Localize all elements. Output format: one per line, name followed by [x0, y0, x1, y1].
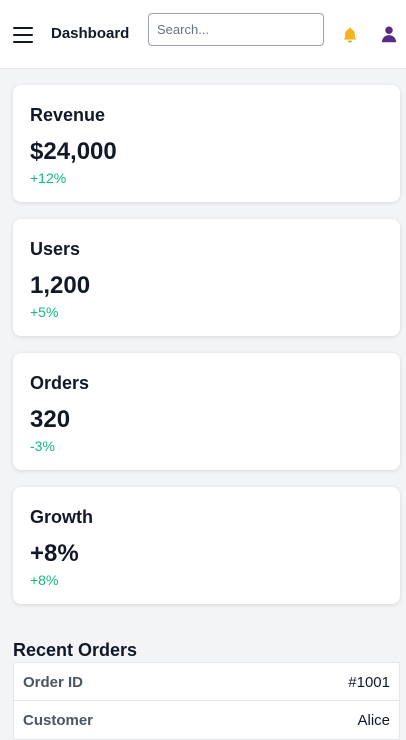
- row-value: Alice: [357, 712, 390, 729]
- row-label: Order ID: [23, 674, 84, 691]
- table-row: Customer Alice: [14, 701, 399, 739]
- card-value: 1,200: [30, 272, 91, 299]
- bell-icon[interactable]: [341, 26, 359, 44]
- stat-card-orders: Orders 320 -3%: [13, 353, 400, 470]
- recent-orders-table: Order ID #1001 Customer Alice: [13, 662, 400, 740]
- stat-card-revenue: Revenue $24,000 +12%: [13, 85, 400, 202]
- card-title: Revenue: [30, 105, 106, 125]
- row-value: #1001: [348, 674, 390, 691]
- card-value: 320: [30, 406, 71, 433]
- card-title: Growth: [30, 507, 93, 527]
- search-input[interactable]: [148, 13, 324, 46]
- card-title: Users: [30, 239, 81, 259]
- recent-orders-heading: Recent Orders: [13, 640, 138, 660]
- user-icon[interactable]: [380, 25, 398, 43]
- card-change: +8%: [30, 572, 59, 588]
- hamburger-menu-icon[interactable]: [13, 24, 33, 46]
- page-title: Dashboard: [51, 25, 130, 42]
- card-change: -3%: [30, 438, 55, 454]
- row-label: Customer: [23, 712, 94, 729]
- card-title: Orders: [30, 373, 90, 393]
- table-row: Order ID #1001: [14, 663, 399, 701]
- stat-card-users: Users 1,200 +5%: [13, 219, 400, 336]
- card-value: $24,000: [30, 138, 117, 165]
- card-change: +5%: [30, 304, 59, 320]
- top-header: Dashboard: [0, 0, 406, 69]
- stat-card-growth: Growth +8% +8%: [13, 487, 400, 604]
- card-change: +12%: [30, 170, 67, 186]
- card-value: +8%: [30, 540, 79, 567]
